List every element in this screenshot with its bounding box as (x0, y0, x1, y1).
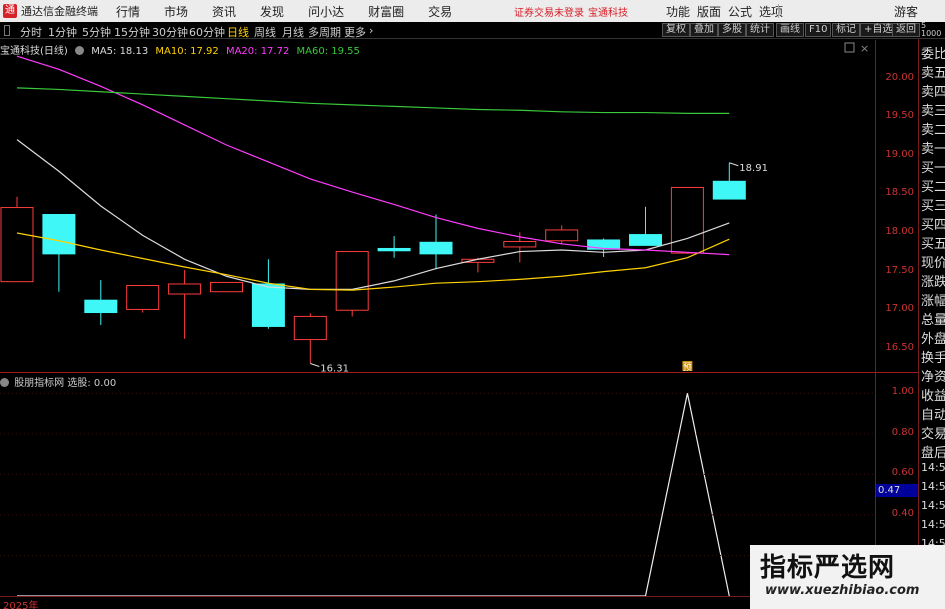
sidebar-label[interactable]: 委比 (921, 43, 945, 62)
ma10-line (16, 232, 730, 291)
price-tick-label: 19.00 (885, 148, 914, 160)
indicator-tick-label: 0.80 (891, 426, 914, 438)
indicator-value: 选股: 0.00 (67, 378, 117, 389)
candle-body[interactable] (293, 315, 327, 341)
high-pointer (729, 162, 739, 167)
sidebar-label[interactable]: 总量 (921, 309, 945, 328)
candle-body[interactable] (712, 180, 746, 200)
candle-body[interactable] (0, 207, 34, 283)
price-tick-label: 18.00 (885, 226, 914, 238)
candle-body[interactable] (126, 285, 160, 310)
candle-body[interactable] (84, 299, 118, 314)
sidebar-label[interactable]: 14:56 (921, 461, 945, 474)
ma5-line (16, 139, 730, 290)
sidebar-label[interactable]: 现价 (921, 252, 945, 271)
back-button[interactable]: 返回 (892, 23, 920, 37)
sidebar-label[interactable]: 换手 (921, 347, 945, 366)
candle-body[interactable] (335, 251, 369, 311)
sidebar-label[interactable]: 14:56 (921, 480, 945, 493)
price-tick-label: 17.00 (885, 303, 914, 315)
chart-close-icon[interactable]: × (860, 42, 869, 55)
sidebar-label[interactable]: 卖三 (921, 100, 945, 119)
guest-user[interactable]: 游客 (894, 3, 918, 20)
sidebar-label[interactable]: 卖二 (921, 119, 945, 138)
indicator-tick-label: 0.60 (891, 467, 914, 479)
sidebar-header-volume: 1000 (921, 29, 942, 38)
watermark-title: 指标严选网 (760, 553, 896, 583)
indicator-settings-icon[interactable] (0, 378, 9, 387)
price-axis: 20.00 19.50 19.00 18.50 18.00 17.50 17.00 16.50 (875, 40, 918, 372)
high-price-label: 18.91 (739, 163, 768, 174)
chart-controls: × (844, 42, 869, 55)
candle-body[interactable] (210, 281, 243, 293)
indicator-tick-label: 1.00 (891, 386, 914, 398)
candle-body[interactable] (251, 283, 285, 327)
pane-divider[interactable] (0, 372, 918, 373)
candle-body[interactable] (42, 213, 76, 255)
sidebar-label[interactable]: 净资 (921, 366, 945, 385)
candle-body[interactable] (168, 283, 202, 295)
candle-body[interactable] (587, 239, 621, 250)
sidebar-label[interactable]: 14:56 (921, 499, 945, 512)
chart-collapse-icon[interactable] (844, 42, 855, 53)
price-tick-label: 16.50 (885, 341, 914, 353)
sidebar-label[interactable]: 买二 (921, 176, 945, 195)
price-tick-label: 17.50 (885, 264, 914, 276)
indicator-current-value: 0.47 (876, 484, 918, 497)
sidebar-label[interactable]: 涨跌 (921, 271, 945, 290)
ma60-line (16, 87, 730, 114)
indicator-layer (0, 392, 875, 597)
sidebar-label[interactable]: 外盘 (921, 328, 945, 347)
sidebar-label[interactable]: 14:56 (921, 518, 945, 531)
indicator-name[interactable]: 股朋指标网 (14, 378, 64, 389)
watermark: 指标严选网 www.xuezhibiao.com (750, 545, 945, 609)
candles-layer (0, 162, 746, 364)
sidebar-label[interactable]: 卖四 (921, 81, 945, 100)
quote-sidebar: 委比 卖五 卖四 卖三 卖二 卖一 买一 买二 买三 买四 买五 现价 涨跌 涨幅 总量 外盘 换手 净资 收益 自动… (918, 39, 945, 609)
indicator-info-line: 股朋指标网 选股: 0.00 (0, 374, 116, 389)
ma20-line (16, 55, 730, 256)
low-pointer (310, 363, 320, 367)
candle-body[interactable] (545, 229, 579, 242)
kline-chart[interactable]: 18.9116.31 预 × (0, 0, 875, 609)
watermark-url: www.xuezhibiao.com (765, 583, 920, 598)
sidebar-label[interactable]: 买五 (921, 233, 945, 252)
year-label: 2025年 (3, 601, 39, 609)
sidebar-label[interactable]: 交易 (921, 423, 945, 442)
price-tick-label: 20.00 (885, 71, 914, 83)
price-tick-label: 18.50 (885, 187, 914, 199)
sidebar-header: 5 1000 (918, 22, 945, 39)
sidebar-label[interactable]: 收益 (921, 385, 945, 404)
candle-body[interactable] (419, 241, 453, 255)
sidebar-label[interactable]: 卖一 (921, 138, 945, 157)
candle-body[interactable] (503, 241, 537, 248)
indicator-tick-label: 0.40 (891, 507, 914, 519)
sidebar-label[interactable]: 涨幅 (921, 290, 945, 309)
price-tick-label: 19.50 (885, 110, 914, 122)
sidebar-label[interactable]: 卖五 (921, 62, 945, 81)
candle-body[interactable] (670, 186, 704, 254)
ma-lines-layer (16, 55, 730, 291)
sidebar-label[interactable]: 买三 (921, 195, 945, 214)
sidebar-label[interactable]: 盘后 (921, 442, 945, 461)
sidebar-label[interactable]: 自动 (921, 404, 945, 423)
sidebar-label[interactable]: 买四 (921, 214, 945, 233)
candle-body[interactable] (629, 234, 662, 246)
indicator-line (17, 393, 730, 597)
candle-body[interactable] (377, 247, 411, 252)
sidebar-label[interactable]: 买一 (921, 157, 945, 176)
